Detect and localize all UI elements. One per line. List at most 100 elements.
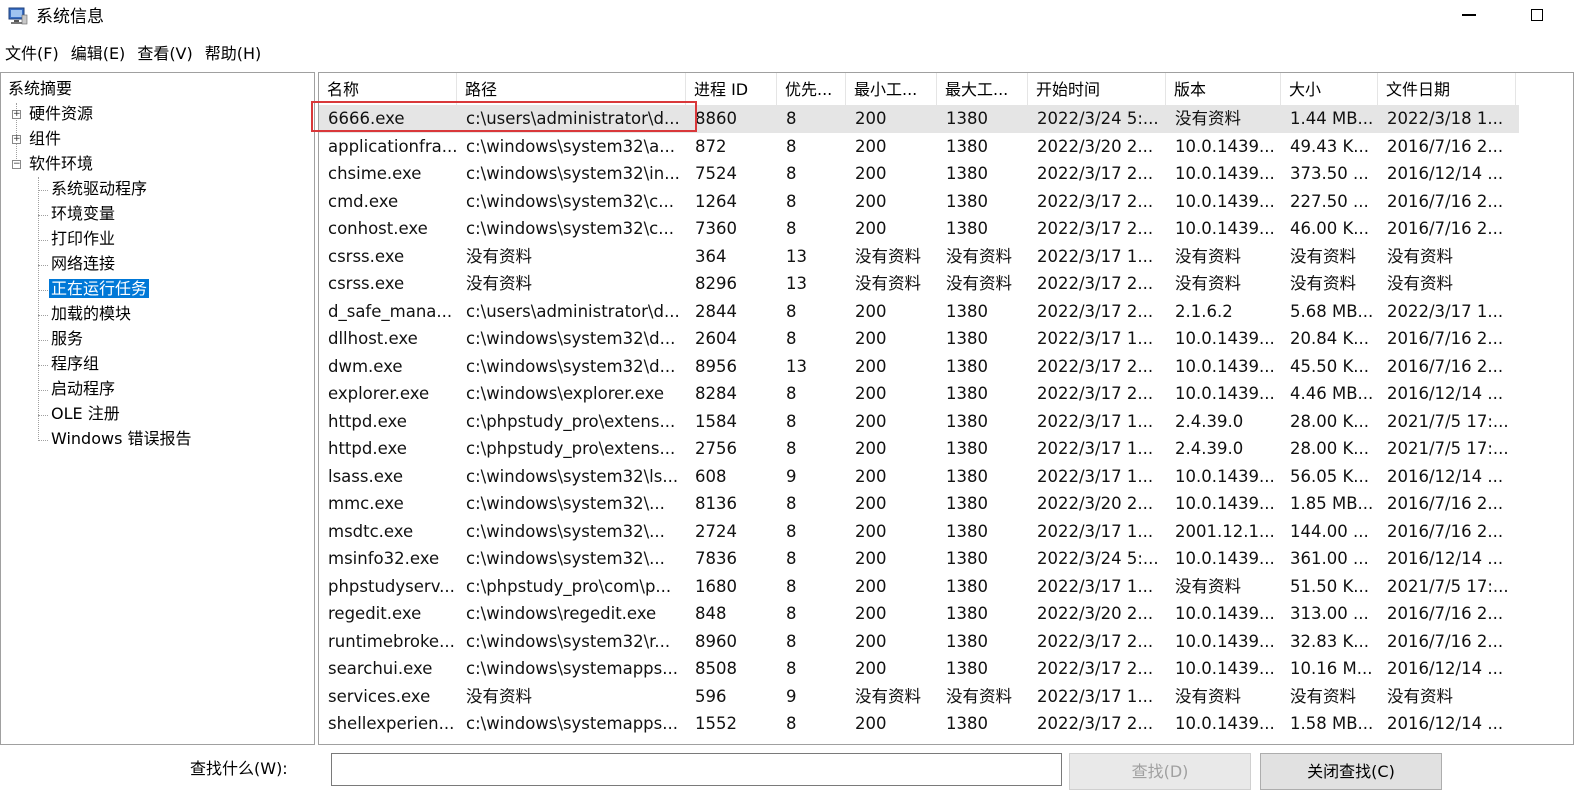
tree-item-network[interactable]: 网络连接 (49, 252, 117, 276)
column-header-file-date[interactable]: 文件日期 (1378, 73, 1516, 105)
table-row[interactable]: services.exe 没有资料 596 9 没有资料 没有资料 2022/3/17 1.… (319, 683, 1519, 711)
table-row[interactable]: conhost.exe c:\windows\system32\c... 7360 8… (319, 215, 1519, 243)
tree-item-software[interactable]: 软件环境 (27, 152, 95, 176)
cell-pid: 8136 (695, 494, 737, 513)
cell-start-time: 2022/3/17 1... (1037, 439, 1154, 458)
cell-pid: 1680 (695, 576, 737, 596)
cell-max-working-set: 1380 (946, 576, 988, 596)
tree-item-components[interactable]: 组件 (27, 127, 63, 151)
cell-priority: 9 (786, 466, 797, 486)
column-header-priority[interactable]: 优先... (777, 73, 846, 105)
table-row[interactable]: msdtc.exe c:\windows\system32\... 2724 8 200… (319, 518, 1519, 546)
cell-start-time: 2022/3/17 2... (1037, 714, 1154, 733)
table-row[interactable]: shellexperien... c:\windows\systemapps...… (319, 710, 1519, 738)
maximize-icon[interactable] (1531, 9, 1543, 21)
find-input[interactable] (331, 753, 1062, 786)
tree-item-summary[interactable]: 系统摘要 (6, 77, 74, 101)
cell-pid: 2604 (695, 329, 737, 348)
expand-icon[interactable]: + (12, 110, 21, 119)
table-row[interactable]: regedit.exe c:\windows\regedit.exe 848 8 200… (319, 600, 1519, 628)
cell-name: cmd.exe (328, 191, 399, 211)
tree-item-program-groups[interactable]: 程序组 (49, 352, 101, 376)
cell-size: 28.00 K... (1290, 411, 1370, 431)
tree-item-running-tasks[interactable]: 正在运行任务 (49, 277, 150, 301)
list-header: 名称 路径 进程 ID 优先... 最小工... 最大工... 开始时间 版本 … (319, 73, 1573, 105)
menu-view[interactable]: 查看(V) (132, 40, 197, 68)
tree-item-startup[interactable]: 启动程序 (49, 377, 117, 401)
table-row[interactable]: runtimebroke... c:\windows\system32\r... 8… (319, 628, 1519, 656)
column-header-min-working-set[interactable]: 最小工... (846, 73, 937, 105)
cell-name: applicationfra... (328, 136, 457, 156)
tree-item-drivers[interactable]: 系统驱动程序 (49, 177, 149, 201)
column-header-start-time[interactable]: 开始时间 (1028, 73, 1166, 105)
table-row[interactable]: d_safe_mana... c:\users\administrator\d..… (319, 298, 1519, 326)
column-header-pid[interactable]: 进程 ID (686, 73, 777, 105)
table-row[interactable]: dwm.exe c:\windows\system32\d... 8956 13 200… (319, 353, 1519, 381)
cell-version: 10.0.1439... (1175, 191, 1275, 211)
table-row[interactable]: msinfo32.exe c:\windows\system32\... 7836 8… (319, 545, 1519, 573)
running-tasks-list[interactable]: 名称 路径 进程 ID 优先... 最小工... 最大工... 开始时间 版本 … (318, 72, 1574, 745)
table-row[interactable]: httpd.exe c:\phpstudy_pro\extens... 1584 8 2… (319, 408, 1519, 436)
find-button[interactable]: 查找(D) (1069, 753, 1251, 790)
tree-item-hardware[interactable]: 硬件资源 (27, 102, 95, 126)
cell-size: 46.00 K... (1290, 219, 1370, 238)
cell-pid: 1264 (695, 191, 737, 211)
cell-start-time: 2022/3/17 1... (1037, 329, 1154, 348)
tree-item-print-jobs[interactable]: 打印作业 (49, 227, 117, 251)
collapse-icon[interactable]: − (12, 160, 21, 169)
tree-item-env-vars[interactable]: 环境变量 (49, 202, 117, 226)
minimize-icon[interactable] (1462, 14, 1476, 16)
tree-item-ole[interactable]: OLE 注册 (49, 402, 122, 426)
table-row[interactable]: lsass.exe c:\windows\system32\ls... 608 9 20… (319, 463, 1519, 491)
close-find-button[interactable]: 关闭查找(C) (1260, 753, 1442, 790)
cell-start-time: 2022/3/17 2... (1037, 384, 1154, 403)
tree-item-services[interactable]: 服务 (49, 327, 85, 351)
menu-file[interactable]: 文件(F) (0, 40, 64, 68)
table-row[interactable]: dllhost.exe c:\windows\system32\d... 2604 8… (319, 325, 1519, 353)
cell-min-working-set: 200 (855, 136, 887, 156)
table-row[interactable]: csrss.exe 没有资料 364 13 没有资料 没有资料 2022/3/17 1...… (319, 243, 1519, 271)
cell-max-working-set: 没有资料 (946, 274, 1012, 293)
menu-edit[interactable]: 编辑(E) (66, 40, 131, 68)
tree-connector (38, 340, 48, 341)
column-header-version[interactable]: 版本 (1166, 73, 1281, 105)
tree-connector (38, 365, 48, 366)
column-header-size[interactable]: 大小 (1281, 73, 1378, 105)
cell-start-time: 2022/3/17 2... (1037, 191, 1154, 211)
column-header-path[interactable]: 路径 (457, 73, 686, 105)
cell-path: c:\windows\system32\d... (466, 356, 676, 376)
table-row[interactable]: explorer.exe c:\windows\explorer.exe 8284 8… (319, 380, 1519, 408)
cell-min-working-set: 200 (855, 219, 887, 238)
cell-name: services.exe (328, 686, 431, 706)
table-row[interactable]: applicationfra... c:\windows\system32\a..… (319, 133, 1519, 161)
table-row[interactable]: cmd.exe c:\windows\system32\c... 1264 8 200 1… (319, 188, 1519, 216)
cell-version: 10.0.1439... (1175, 136, 1275, 156)
table-row[interactable]: csrss.exe 没有资料 8296 13 没有资料 没有资料 2022/3/17 2..… (319, 270, 1519, 298)
category-tree[interactable]: 系统摘要 + 硬件资源 + 组件 − 软件环境 系统驱动程序 环境变量 打印作业… (0, 72, 315, 745)
cell-pid: 608 (695, 466, 727, 486)
cell-start-time: 2022/3/24 5:... (1037, 109, 1159, 128)
cell-version: 没有资料 (1175, 686, 1241, 706)
expand-icon[interactable]: + (12, 135, 21, 144)
table-row[interactable]: mmc.exe c:\windows\system32\... 8136 8 200 13… (319, 490, 1519, 518)
tree-item-loaded-modules[interactable]: 加载的模块 (49, 302, 133, 326)
table-row[interactable]: chsime.exe c:\windows\system32\in... 7524 8… (319, 160, 1519, 188)
column-header-max-working-set[interactable]: 最大工... (937, 73, 1028, 105)
cell-file-date: 2016/7/16 2... (1387, 356, 1504, 376)
cell-start-time: 2022/3/17 1... (1037, 521, 1154, 541)
cell-start-time: 2022/3/17 1... (1037, 686, 1154, 706)
cell-path: c:\windows\system32\ls... (466, 466, 679, 486)
cell-file-date: 2016/7/16 2... (1387, 521, 1504, 541)
cell-file-date: 2022/3/17 1... (1387, 301, 1504, 321)
cell-size: 32.83 K... (1290, 631, 1370, 651)
table-row[interactable]: phpstudyserv... c:\phpstudy_pro\com\p... 1… (319, 573, 1519, 601)
tree-item-error-reports[interactable]: Windows 错误报告 (49, 427, 194, 451)
table-row[interactable]: httpd.exe c:\phpstudy_pro\extens... 2756 8 2… (319, 435, 1519, 463)
menu-help[interactable]: 帮助(H) (200, 40, 267, 68)
table-row[interactable]: 6666.exe c:\users\administrator\d... 8860 8… (319, 105, 1519, 133)
column-header-name[interactable]: 名称 (319, 73, 457, 105)
cell-start-time: 2022/3/17 2... (1037, 164, 1154, 183)
table-row[interactable]: searchui.exe c:\windows\systemapps... 8508… (319, 655, 1519, 683)
cell-start-time: 2022/3/17 2... (1037, 659, 1154, 678)
cell-priority: 8 (786, 109, 797, 128)
